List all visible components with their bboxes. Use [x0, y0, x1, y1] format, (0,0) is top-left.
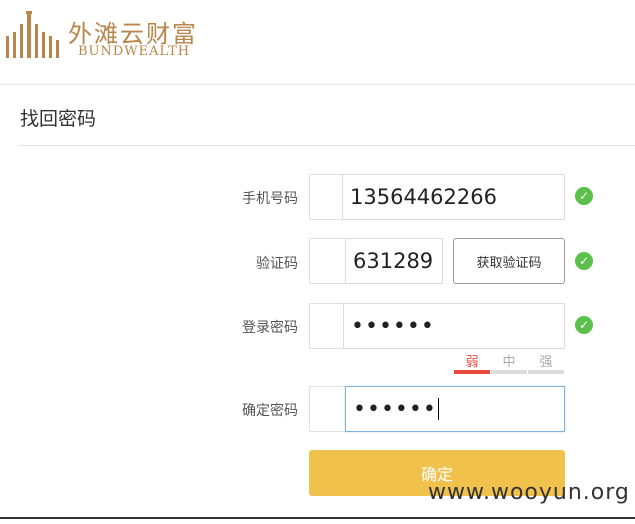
phone-label: 手机号码 — [242, 191, 298, 207]
confirm-value: •••••• — [353, 396, 437, 422]
strength-weak-bar — [454, 370, 490, 374]
strength-weak-label: 弱 — [465, 355, 479, 370]
confirm-password-input[interactable]: •••••• — [345, 386, 565, 432]
password-valid-check-icon: ✓ — [575, 316, 593, 334]
logo-name-en: BUNDWEALTH — [78, 44, 191, 59]
code-label: 验证码 — [256, 256, 298, 272]
confirm-prefix — [309, 386, 347, 432]
strength-medium-label: 中 — [502, 355, 516, 370]
text-caret — [437, 398, 439, 420]
code-prefix — [309, 238, 347, 284]
password-input[interactable]: •••••• — [343, 303, 565, 349]
phone-input[interactable]: 13564462266 — [342, 174, 565, 220]
phone-valid-check-icon: ✓ — [575, 187, 593, 205]
strength-strong-label: 强 — [539, 355, 553, 370]
confirm-label: 确定密码 — [242, 403, 298, 419]
code-value: 631289 — [353, 249, 434, 273]
phone-value: 13564462266 — [350, 185, 497, 209]
code-input[interactable]: 631289 — [345, 238, 443, 284]
site-header: 外滩云财富 BUNDWEALTH — [0, 0, 635, 85]
password-label: 登录密码 — [242, 320, 298, 336]
code-valid-check-icon: ✓ — [575, 252, 593, 270]
page-title: 找回密码 — [20, 108, 97, 130]
phone-prefix — [309, 174, 345, 220]
title-divider — [18, 145, 635, 146]
building-logo-icon — [6, 11, 59, 58]
password-prefix — [309, 303, 345, 349]
password-value: •••••• — [351, 313, 435, 339]
strength-medium-bar — [491, 370, 527, 374]
watermark: www.wooyun.org — [428, 480, 630, 505]
strength-strong-bar — [528, 370, 564, 374]
get-code-button[interactable]: 获取验证码 — [453, 238, 565, 284]
bottom-border — [0, 517, 635, 519]
